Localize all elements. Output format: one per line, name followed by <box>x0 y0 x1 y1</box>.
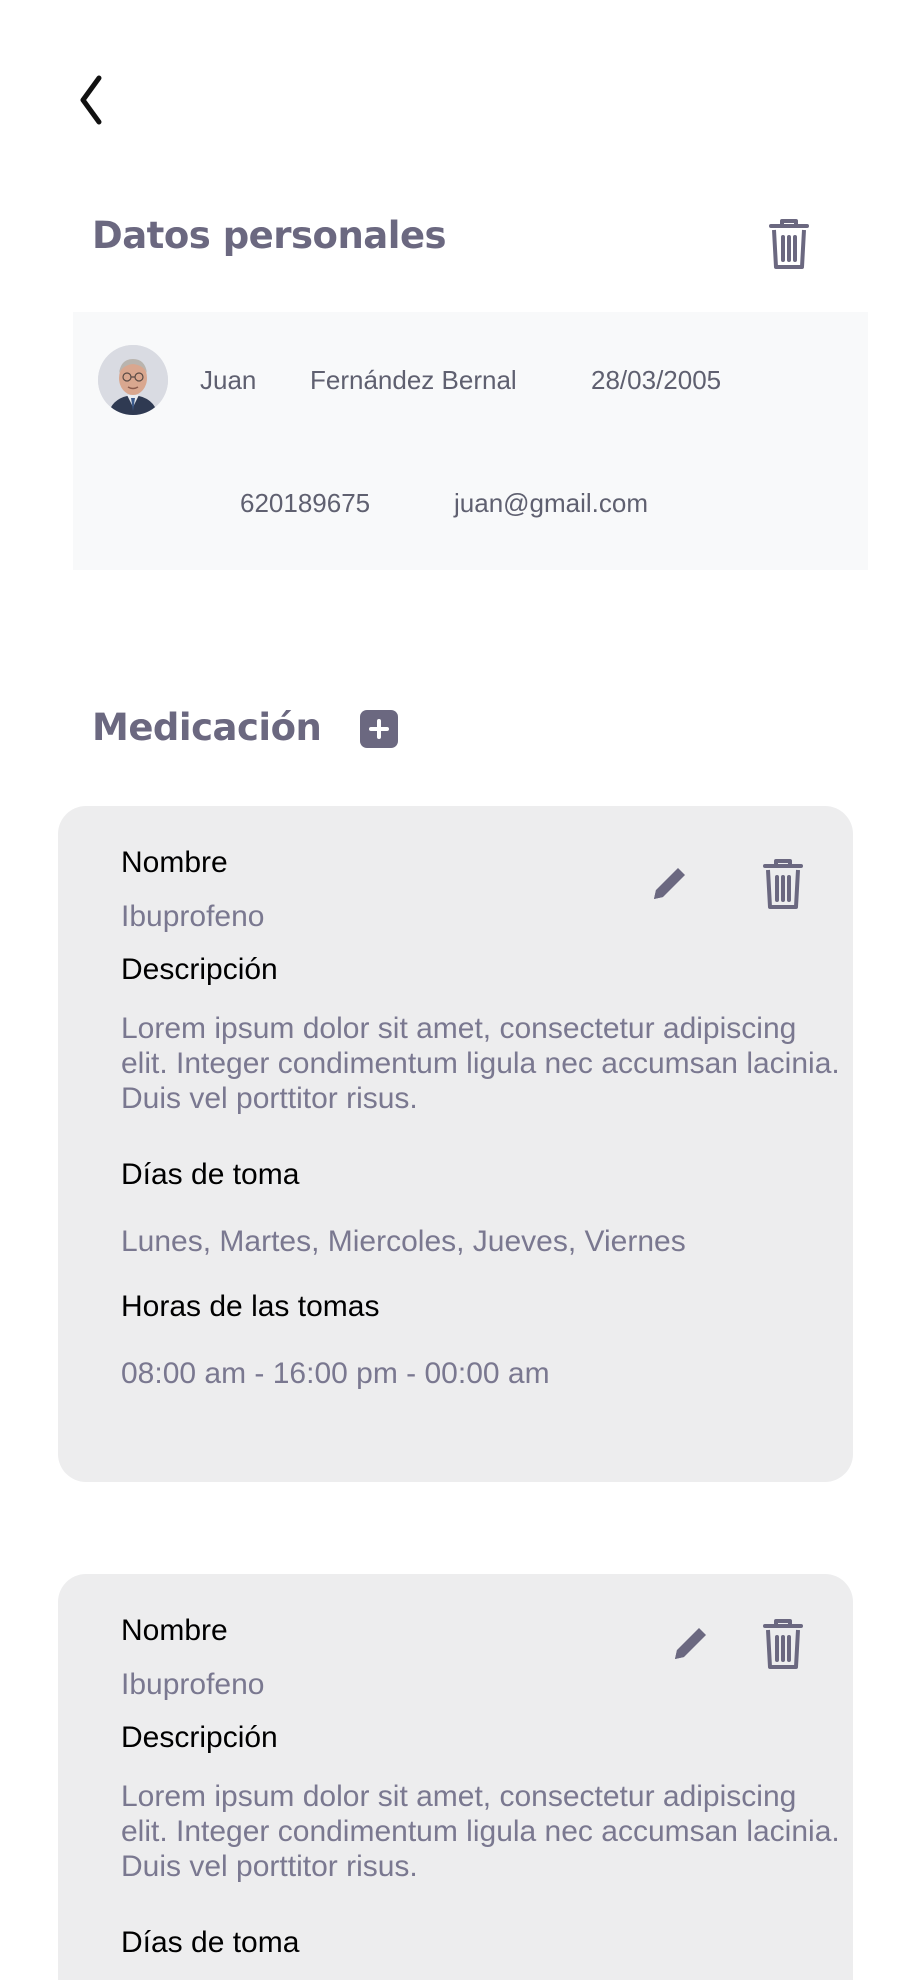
days-label: Días de toma <box>121 1926 300 1959</box>
add-medication-button[interactable] <box>360 710 398 748</box>
medication-name: Ibuprofeno <box>121 900 265 933</box>
description-label: Descripción <box>121 1721 278 1754</box>
name-label: Nombre <box>121 1614 228 1647</box>
medication-days: Lunes, Martes, Miercoles, Jueves, Vierne… <box>121 1225 686 1258</box>
medication-card: Nombre Ibuprofeno Descripción Lorem ipsu… <box>58 1574 853 1980</box>
medication-name: Ibuprofeno <box>121 1668 265 1701</box>
hours-label: Horas de las tomas <box>121 1290 380 1323</box>
medication-card: Nombre Ibuprofeno Descripción Lorem ipsu… <box>58 806 853 1482</box>
patient-birth-date: 28/03/2005 <box>591 365 722 395</box>
description-label: Descripción <box>121 953 278 986</box>
patient-email: juan@gmail.com <box>454 488 649 518</box>
personal-data-title: Datos personales <box>92 214 447 257</box>
edit-medication-button[interactable] <box>645 858 695 908</box>
pencil-icon <box>654 868 685 899</box>
back-button[interactable] <box>70 72 110 128</box>
edit-medication-button[interactable] <box>666 1618 716 1668</box>
name-label: Nombre <box>121 846 228 879</box>
patient-phone: 620189675 <box>240 488 371 518</box>
personal-data-card: Juan Fernández Bernal 28/03/2005 6201896… <box>73 312 868 570</box>
plus-square-icon <box>369 719 389 739</box>
pencil-icon <box>675 1628 706 1659</box>
trash-icon <box>763 859 803 909</box>
medication-hours: 08:00 am - 16:00 pm - 00:00 am <box>121 1357 550 1390</box>
medication-description: Lorem ipsum dolor sit amet, consectetur … <box>121 1012 840 1115</box>
patient-last-name: Fernández Bernal <box>310 365 517 395</box>
chevron-left-icon <box>80 75 102 125</box>
delete-medication-button[interactable] <box>757 854 809 914</box>
trash-icon <box>763 1619 803 1669</box>
trash-icon <box>769 219 809 269</box>
patient-first-name: Juan <box>200 365 257 395</box>
medication-description: Lorem ipsum dolor sit amet, consectetur … <box>121 1780 840 1883</box>
avatar <box>98 345 168 415</box>
medication-title: Medicación <box>92 706 322 749</box>
medication-screen: Datos personales Juan Fernández Bernal 2… <box>0 0 910 1980</box>
delete-patient-button[interactable] <box>762 214 816 274</box>
days-label: Días de toma <box>121 1158 300 1191</box>
delete-medication-button[interactable] <box>757 1614 809 1674</box>
